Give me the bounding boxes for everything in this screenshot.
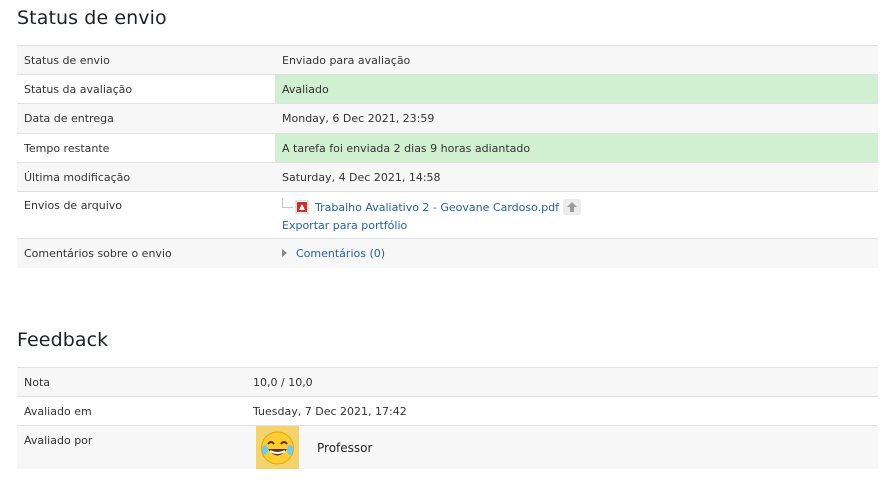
graded-on-value: Tuesday, 7 Dec 2021, 17:42 — [246, 396, 878, 426]
grading-status-value: Avaliado — [275, 74, 878, 104]
tree-connector — [282, 198, 293, 208]
submission-status-value: Enviado para avaliação — [275, 45, 878, 75]
table-row: Status de envio Enviado para avaliação — [17, 45, 878, 75]
comments-link[interactable]: Comentários (0) — [296, 247, 385, 260]
table-row: Última modificação Saturday, 4 Dec 2021,… — [17, 162, 878, 192]
row-label: Status da avaliação — [17, 74, 275, 104]
row-label: Nota — [17, 367, 246, 397]
table-row: Status da avaliação Avaliado — [17, 74, 878, 104]
table-row: Avaliado por Professor — [17, 425, 878, 469]
grader-name: Professor — [317, 440, 373, 455]
row-label: Comentários sobre o envio — [17, 238, 275, 268]
submission-status-title: Status de envio — [17, 7, 167, 29]
time-remaining-value: A tarefa foi enviada 2 dias 9 horas adia… — [275, 133, 878, 163]
submitted-file-link[interactable]: Trabalho Avaliativo 2 - Geovane Cardoso.… — [315, 201, 559, 214]
file-submissions-cell: Trabalho Avaliativo 2 - Geovane Cardoso.… — [275, 191, 878, 239]
row-label: Data de entrega — [17, 103, 275, 134]
table-row: Tempo restante A tarefa foi enviada 2 di… — [17, 133, 878, 163]
grader-cell: Professor — [246, 425, 878, 469]
row-label: Avaliado por — [17, 425, 246, 469]
table-row: Data de entrega Monday, 6 Dec 2021, 23:5… — [17, 103, 878, 134]
row-label: Status de envio — [17, 45, 275, 75]
feedback-table: Nota 10,0 / 10,0 Avaliado em Tuesday, 7 … — [17, 367, 878, 469]
submission-status-table: Status de envio Enviado para avaliação S… — [17, 45, 878, 268]
collapse-triangle-icon — [282, 249, 287, 257]
export-portfolio-link[interactable]: Exportar para portfólio — [282, 219, 407, 232]
table-row: Nota 10,0 / 10,0 — [17, 367, 878, 397]
due-date-value: Monday, 6 Dec 2021, 23:59 — [275, 103, 878, 134]
last-modified-value: Saturday, 4 Dec 2021, 14:58 — [275, 162, 878, 192]
comments-cell: Comentários (0) — [275, 238, 878, 268]
grade-value: 10,0 / 10,0 — [246, 367, 878, 397]
feedback-title: Feedback — [17, 329, 109, 351]
table-row: Avaliado em Tuesday, 7 Dec 2021, 17:42 — [17, 396, 878, 426]
table-row: Comentários sobre o envio Comentários (0… — [17, 238, 878, 268]
grader-info: Professor — [256, 426, 871, 469]
row-label: Tempo restante — [17, 133, 275, 163]
laughing-emoji-icon — [256, 426, 299, 469]
comments-toggle[interactable]: Comentários (0) — [282, 247, 385, 260]
row-label: Avaliado em — [17, 396, 246, 426]
row-label: Última modificação — [17, 162, 275, 192]
row-label: Envios de arquivo — [17, 191, 275, 239]
table-row: Envios de arquivo Trabalho Avaliativo 2 … — [17, 191, 878, 239]
file-entry: Trabalho Avaliativo 2 - Geovane Cardoso.… — [282, 198, 871, 216]
upload-portfolio-icon[interactable] — [562, 199, 581, 215]
pdf-file-icon — [295, 199, 309, 215]
